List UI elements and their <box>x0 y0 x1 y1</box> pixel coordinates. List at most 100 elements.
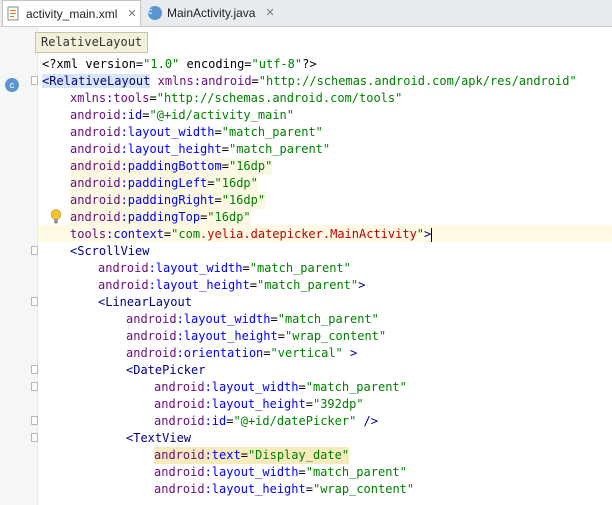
code-line-4[interactable]: android:id="@+id/activity_main" <box>70 107 294 124</box>
attr-name: :id <box>120 108 143 122</box>
xml-file-icon <box>7 6 21 21</box>
ns-sep: : <box>193 74 201 88</box>
equals: = <box>263 346 271 360</box>
close-tab-icon[interactable]: ✕ <box>265 6 274 19</box>
code-line-18[interactable]: android:orientation="vertical" > <box>126 345 357 362</box>
fold-marker[interactable] <box>31 382 38 391</box>
code-line-20[interactable]: android:layout_width="match_parent" <box>154 379 407 396</box>
attr-value: "match_parent" <box>228 142 331 156</box>
fold-marker[interactable] <box>31 76 38 85</box>
attr-name: :layout_width <box>148 261 243 275</box>
equals: = <box>214 125 222 139</box>
attr-value: "match_parent" <box>305 380 407 394</box>
code-line-7[interactable]: android:paddingBottom="16dp" <box>70 158 273 175</box>
attr-name: :layout_width <box>120 125 215 139</box>
code-line-2[interactable]: <RelativeLayout xmlns:android="http://sc… <box>42 73 577 90</box>
attr-value: "match_parent" <box>305 465 407 479</box>
lightbulb-icon[interactable] <box>50 209 62 224</box>
tab-mainactivity-java[interactable]: c MainActivity.java ✕ <box>148 0 282 25</box>
equals: = <box>226 414 234 428</box>
equals: = <box>221 159 229 173</box>
close-tab-icon[interactable]: ✕ <box>127 7 136 20</box>
code-line-3[interactable]: xmlns:tools="http://schemas.android.com/… <box>70 90 402 107</box>
equals: = <box>242 261 250 275</box>
class-glyph: c <box>5 78 19 92</box>
code-line-24[interactable]: android:text="Display_date" <box>154 447 350 464</box>
equals: = <box>142 108 150 122</box>
code-line-9[interactable]: android:paddingRight="16dp" <box>70 192 266 209</box>
attr-value: "match_parent" <box>249 261 351 275</box>
ns-prefix: android <box>154 397 205 411</box>
attr-value: "16dp" <box>207 210 251 224</box>
equals: = <box>214 193 222 207</box>
equals: = <box>240 448 248 462</box>
code-line-17[interactable]: android:layout_height="wrap_content" <box>126 328 386 345</box>
code-line-14[interactable]: android:layout_height="match_parent"> <box>98 277 365 294</box>
code-line-16[interactable]: android:layout_width="match_parent" <box>126 311 379 328</box>
fold-marker[interactable] <box>31 433 38 442</box>
tag-self-close: /> <box>356 414 379 428</box>
attr-value: "Display_date" <box>247 448 350 462</box>
equals: = <box>251 74 259 88</box>
attr-value: "vertical" <box>270 346 343 360</box>
fold-marker[interactable] <box>31 365 38 374</box>
tag-open-relativelayout: <RelativeLayout <box>42 74 151 88</box>
related-class-icon[interactable]: c <box>5 73 19 92</box>
equals: = <box>149 91 157 105</box>
tag-close-bracket: > <box>424 227 432 241</box>
tab-label: activity_main.xml <box>26 6 118 21</box>
attr-name: :layout_width <box>176 312 271 326</box>
code-line-11[interactable]: tools:context="com.yelia.datepicker.Main… <box>70 226 433 243</box>
code-line-25[interactable]: android:layout_width="match_parent" <box>154 464 407 481</box>
equals: = <box>298 380 306 394</box>
equals: = <box>298 465 306 479</box>
ns-prefix: android <box>126 329 177 343</box>
code-line-10[interactable]: android:paddingTop="16dp" <box>70 209 251 226</box>
attr-value: "16dp" <box>214 176 258 190</box>
ns-prefix: android <box>126 346 177 360</box>
editor-tab-bar: activity_main.xml ✕ c MainActivity.java … <box>0 0 612 27</box>
code-line-12[interactable]: <ScrollView <box>70 243 149 260</box>
xml-version-value: "1.0" <box>143 57 180 71</box>
xml-decl-end: ?> <box>302 57 317 71</box>
fold-marker[interactable] <box>31 297 38 306</box>
tag-close-bracket: > <box>358 278 366 292</box>
code-line-13[interactable]: android:layout_width="match_parent" <box>98 260 351 277</box>
breadcrumb[interactable]: RelativeLayout <box>35 32 149 53</box>
ns-prefix: android <box>154 465 205 479</box>
tag-open-scrollview: <ScrollView <box>70 244 150 258</box>
code-line-26[interactable]: android:layout_height="wrap_content" <box>154 481 414 498</box>
tab-activity-main-xml[interactable]: activity_main.xml ✕ <box>2 0 141 26</box>
code-line-21[interactable]: android:layout_height="392dp" <box>154 396 364 413</box>
code-line-19[interactable]: <DatePicker <box>126 362 205 379</box>
code-line-6[interactable]: android:layout_height="match_parent" <box>70 141 330 158</box>
ns-prefix: android <box>70 210 121 224</box>
attr-value-prefix: "com. <box>171 227 208 241</box>
attr-value: "16dp" <box>221 193 266 207</box>
xml-encoding-value: "utf-8" <box>251 57 303 71</box>
code-line-1[interactable]: <?xml version="1.0" encoding="utf-8"?> <box>42 56 317 73</box>
attr-name: android <box>200 74 252 88</box>
class-reference[interactable]: yelia.datepicker.MainActivity <box>207 227 417 241</box>
ns-prefix: android <box>70 125 121 139</box>
java-class-icon: c <box>148 5 162 20</box>
attr-value-end: " <box>416 227 425 241</box>
equals: = <box>221 142 229 156</box>
attr-name: :id <box>204 414 227 428</box>
attr-value: "392dp" <box>312 397 364 411</box>
attr-name: :paddingLeft <box>120 176 208 190</box>
tag-open-datepicker: <DatePicker <box>126 363 206 377</box>
fold-marker[interactable] <box>31 246 38 255</box>
code-line-5[interactable]: android:layout_width="match_parent" <box>70 124 323 141</box>
fold-marker[interactable] <box>31 416 38 425</box>
attr-name: :paddingRight <box>120 193 215 207</box>
code-line-22[interactable]: android:id="@+id/datePicker" /> <box>154 413 378 430</box>
attr-value: "http://schemas.android.com/tools" <box>156 91 403 105</box>
code-line-8[interactable]: android:paddingLeft="16dp" <box>70 175 258 192</box>
xml-encoding-attr: encoding= <box>179 57 252 71</box>
code-line-23[interactable]: <TextView <box>126 430 191 447</box>
attr-value: "@+id/datePicker" <box>233 414 357 428</box>
code-line-15[interactable]: <LinearLayout <box>98 294 192 311</box>
attr-name: :layout_height <box>204 482 306 496</box>
attr-name: :layout_height <box>176 329 278 343</box>
